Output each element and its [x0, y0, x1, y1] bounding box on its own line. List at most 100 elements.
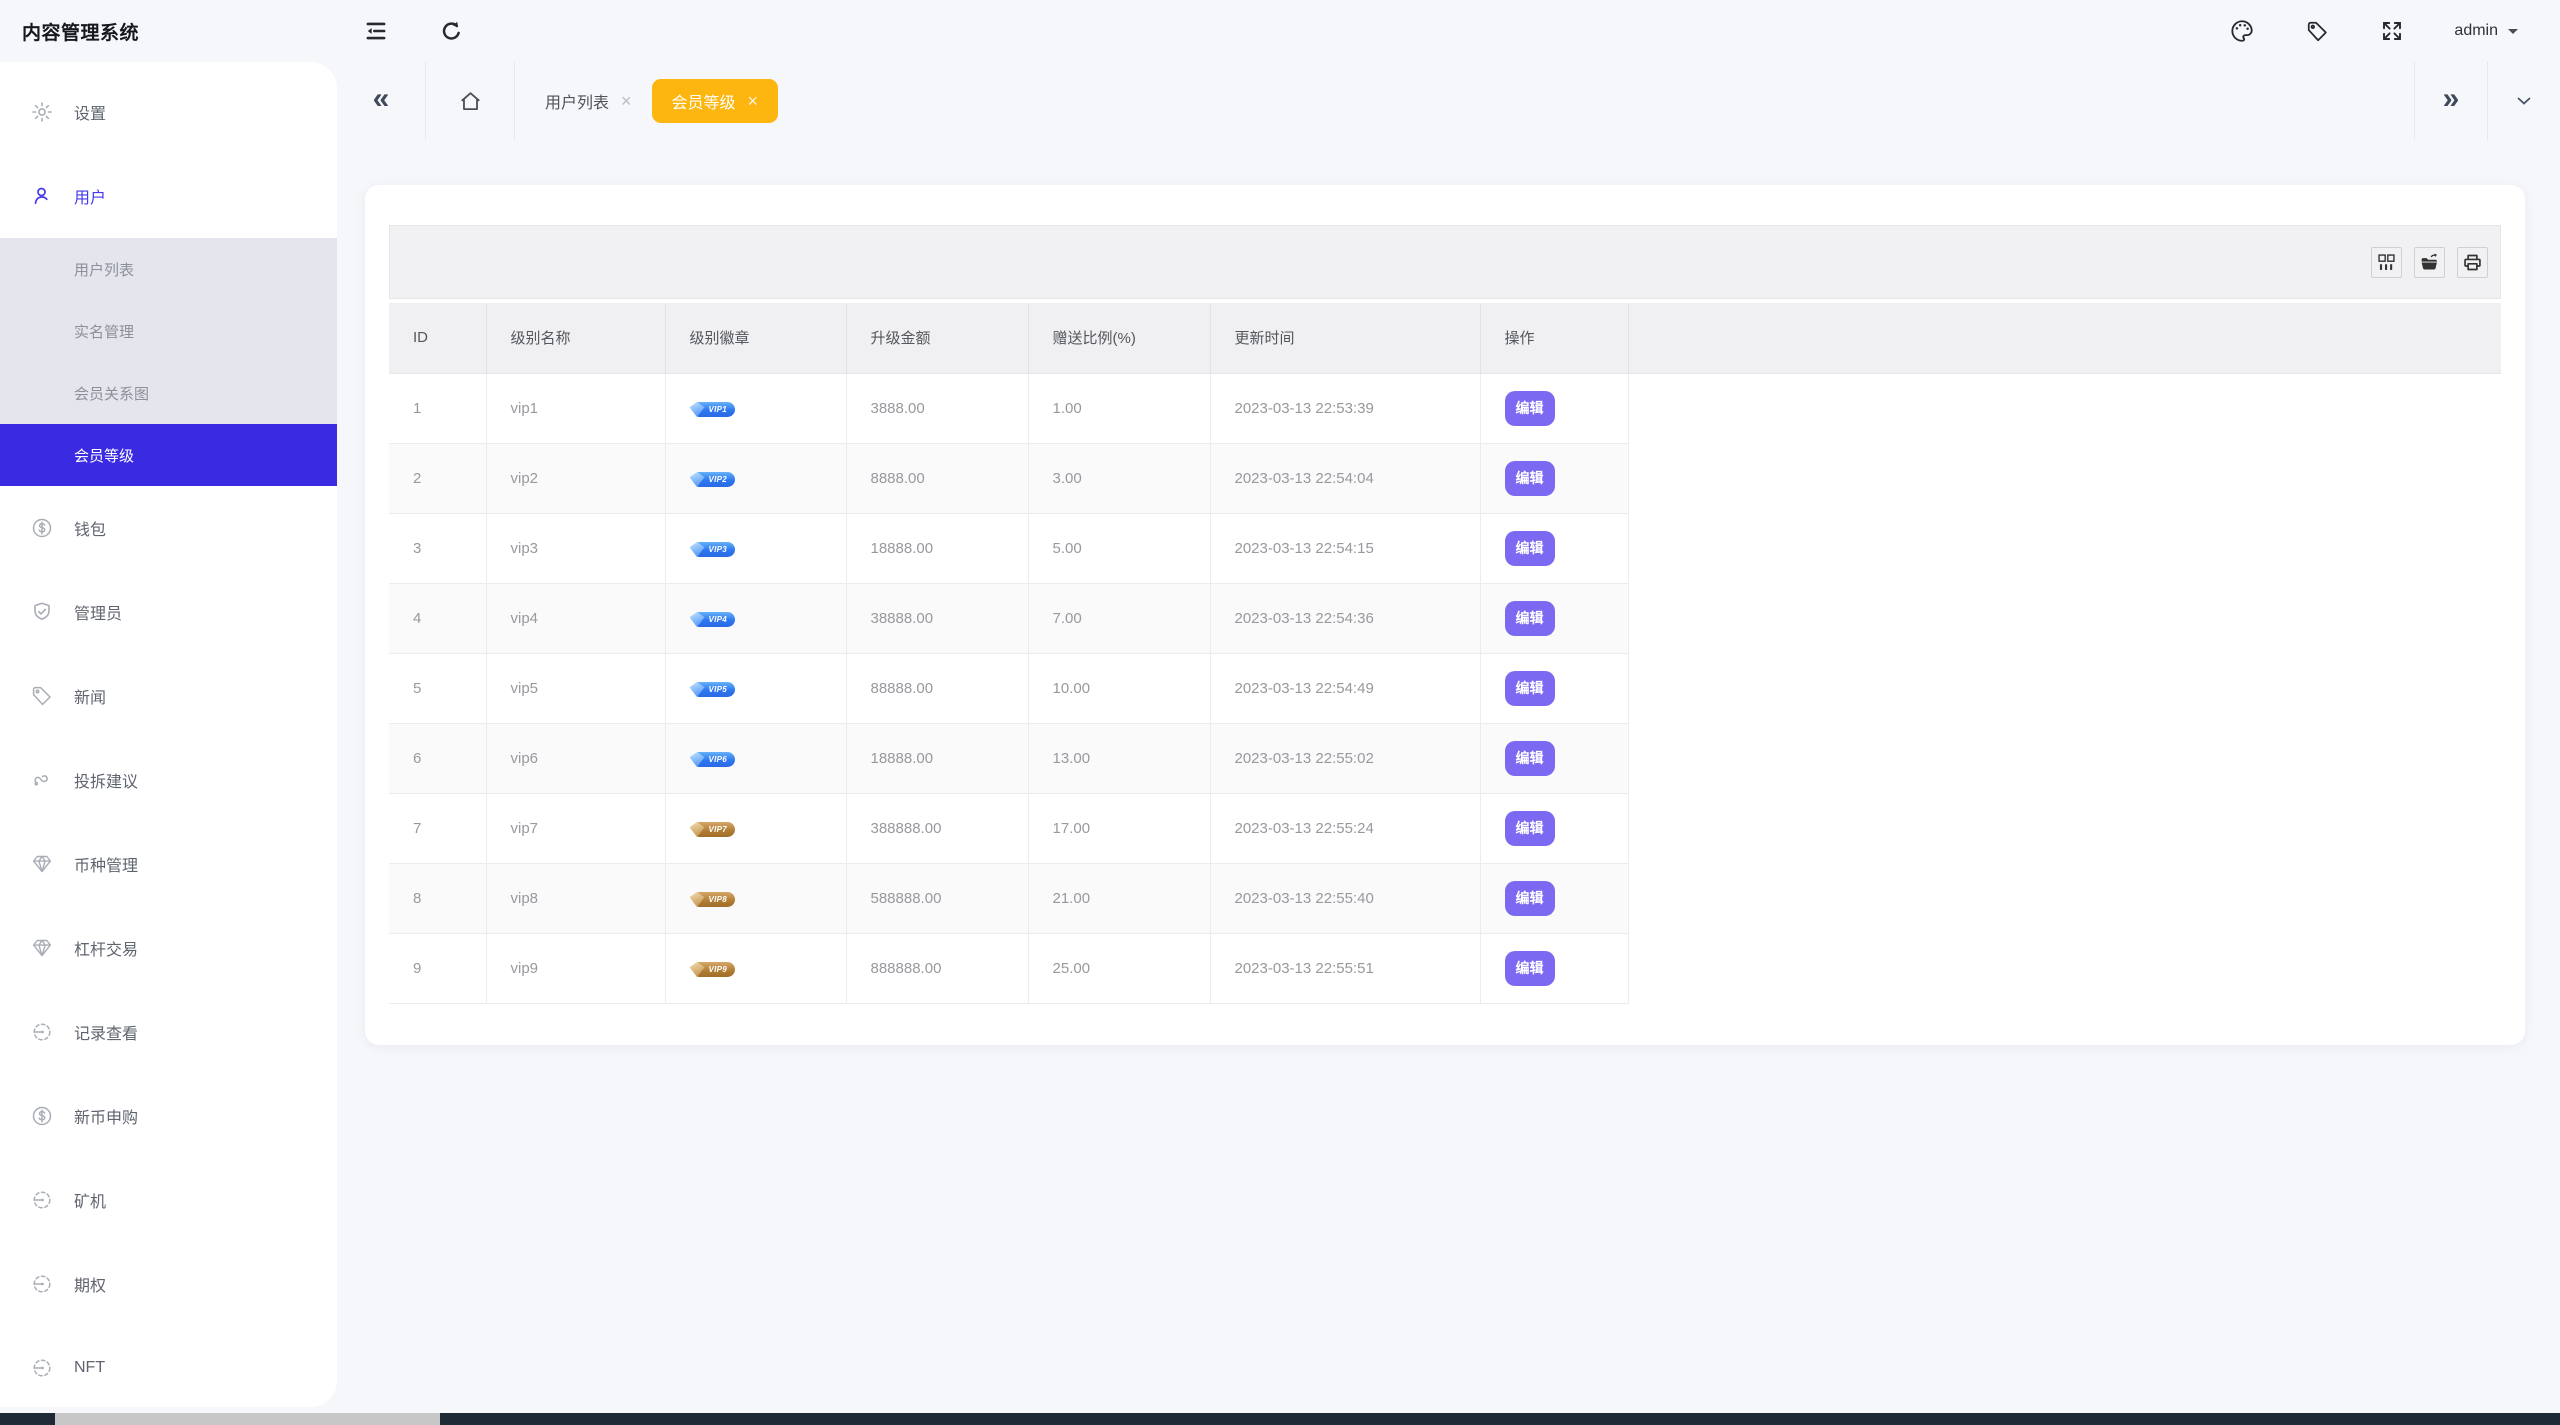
cell-level-badge: VIP6	[665, 723, 846, 793]
cell-gift-ratio: 5.00	[1028, 513, 1210, 583]
sidebar-item-label: 矿机	[74, 1188, 106, 1212]
sidebar-item-administrators[interactable]: 管理员	[0, 570, 337, 654]
edit-button[interactable]: 编辑	[1505, 601, 1555, 636]
horizontal-scrollbar[interactable]	[0, 1413, 2560, 1425]
cell-level-badge: VIP2	[665, 443, 846, 513]
theme-button[interactable]	[2229, 18, 2255, 44]
cell-gift-ratio: 17.00	[1028, 793, 1210, 863]
sidebar-item-realname-management[interactable]: 实名管理	[0, 300, 337, 362]
edit-button[interactable]: 编辑	[1505, 741, 1555, 776]
gem-icon	[30, 852, 54, 876]
sidebar-item-records[interactable]: 记录查看	[0, 990, 337, 1074]
print-button[interactable]	[2457, 247, 2488, 278]
level-badge: VIP6	[696, 752, 736, 767]
badge-label: VIP5	[709, 685, 728, 694]
cell-upgrade-amount: 888888.00	[846, 933, 1028, 1003]
sidebar: 设置 用户 用户列表 实名管理 会员关系图 会员等级	[0, 62, 337, 1407]
diamond-icon	[690, 402, 705, 417]
tabstrip-right-actions: »	[2414, 62, 2560, 140]
sidebar-item-news[interactable]: 新闻	[0, 654, 337, 738]
sidebar-item-label: 投拆建议	[74, 768, 138, 792]
sidebar-item-label: 钱包	[74, 516, 106, 540]
edit-button[interactable]: 编辑	[1505, 811, 1555, 846]
sidebar-item-feedback[interactable]: 投拆建议	[0, 738, 337, 822]
gem-icon	[30, 936, 54, 960]
cell-actions: 编辑	[1480, 653, 1628, 723]
sidebar-item-users[interactable]: 用户	[0, 154, 337, 238]
sidebar-item-label: 会员等级	[74, 445, 134, 466]
cell-gift-ratio: 1.00	[1028, 373, 1210, 443]
tab-strip: « 用户列表 × 会员等级 × »	[337, 62, 2560, 140]
tab-member-level[interactable]: 会员等级 ×	[652, 79, 779, 123]
cell-update-time: 2023-03-13 22:54:15	[1210, 513, 1480, 583]
export-button[interactable]	[2414, 247, 2445, 278]
level-badge: VIP9	[696, 962, 736, 977]
sidebar-item-wallet[interactable]: 钱包	[0, 486, 337, 570]
member-level-table: ID 级别名称 级别徽章 升级金额 赠送比例(%) 更新时间 操作 1 vip1…	[389, 303, 2501, 1004]
column-header-actions: 操作	[1480, 303, 1628, 373]
tag-button[interactable]	[2305, 19, 2330, 44]
cell-level-name: vip6	[486, 723, 665, 793]
cell-id: 9	[389, 933, 486, 1003]
badge-label: VIP2	[709, 475, 728, 484]
columns-filter-button[interactable]	[2371, 247, 2402, 278]
tabs-scroll-right-button[interactable]: »	[2414, 62, 2487, 140]
cell-filler	[1628, 723, 2501, 793]
refresh-button[interactable]	[439, 19, 464, 44]
tabs-scroll-left-button[interactable]: «	[337, 62, 426, 140]
badge-label: VIP8	[709, 895, 728, 904]
sidebar-item-member-level[interactable]: 会员等级	[0, 424, 337, 486]
close-icon[interactable]: ×	[621, 92, 632, 110]
chevrons-left-icon: «	[373, 84, 390, 114]
cell-filler	[1628, 443, 2501, 513]
cell-actions: 编辑	[1480, 373, 1628, 443]
sidebar-item-coin-management[interactable]: 币种管理	[0, 822, 337, 906]
close-icon[interactable]: ×	[748, 92, 759, 110]
dashed-circle-icon	[30, 1020, 54, 1044]
cell-filler	[1628, 933, 2501, 1003]
cell-gift-ratio: 13.00	[1028, 723, 1210, 793]
edit-button[interactable]: 编辑	[1505, 881, 1555, 916]
cell-level-name: vip1	[486, 373, 665, 443]
level-badge: VIP2	[696, 472, 736, 487]
edit-button[interactable]: 编辑	[1505, 531, 1555, 566]
fullscreen-button[interactable]	[2380, 19, 2404, 43]
cell-level-name: vip2	[486, 443, 665, 513]
home-tab-button[interactable]	[426, 62, 515, 140]
cell-update-time: 2023-03-13 22:55:02	[1210, 723, 1480, 793]
top-bar: 内容管理系统	[0, 0, 2560, 62]
edit-button[interactable]: 编辑	[1505, 461, 1555, 496]
sidebar-item-user-list[interactable]: 用户列表	[0, 238, 337, 300]
cell-update-time: 2023-03-13 22:55:51	[1210, 933, 1480, 1003]
edit-button[interactable]: 编辑	[1505, 671, 1555, 706]
sidebar-item-label: 期权	[74, 1272, 106, 1296]
tab-label: 会员等级	[672, 89, 736, 113]
sidebar-item-mining-machine[interactable]: 矿机	[0, 1158, 337, 1242]
cell-filler	[1628, 793, 2501, 863]
cell-actions: 编辑	[1480, 793, 1628, 863]
sidebar-item-leverage-trading[interactable]: 杠杆交易	[0, 906, 337, 990]
tab-user-list[interactable]: 用户列表 ×	[545, 89, 632, 113]
badge-label: VIP9	[709, 965, 728, 974]
cell-upgrade-amount: 18888.00	[846, 723, 1028, 793]
gear-icon	[30, 100, 54, 124]
edit-button[interactable]: 编辑	[1505, 951, 1555, 986]
table-row: 6 vip6 VIP6 18888.00 13.00 2023-03-13 22…	[389, 723, 2501, 793]
sidebar-item-new-coin-subscription[interactable]: 新币申购	[0, 1074, 337, 1158]
sidebar-item-nft[interactable]: NFT	[0, 1326, 337, 1407]
column-header-gift-ratio: 赠送比例(%)	[1028, 303, 1210, 373]
sidebar-collapse-button[interactable]	[363, 18, 389, 44]
user-menu[interactable]: admin	[2454, 22, 2518, 40]
table-row: 3 vip3 VIP3 18888.00 5.00 2023-03-13 22:…	[389, 513, 2501, 583]
edit-button[interactable]: 编辑	[1505, 391, 1555, 426]
scrollbar-thumb[interactable]	[55, 1413, 440, 1425]
cell-update-time: 2023-03-13 22:54:04	[1210, 443, 1480, 513]
dashed-circle-icon	[30, 1272, 54, 1296]
column-header-update-time: 更新时间	[1210, 303, 1480, 373]
columns-icon	[2376, 252, 2397, 273]
sidebar-item-settings[interactable]: 设置	[0, 70, 337, 154]
sidebar-item-options[interactable]: 期权	[0, 1242, 337, 1326]
cell-update-time: 2023-03-13 22:55:24	[1210, 793, 1480, 863]
sidebar-item-member-relationship[interactable]: 会员关系图	[0, 362, 337, 424]
tabs-menu-button[interactable]	[2487, 62, 2560, 140]
